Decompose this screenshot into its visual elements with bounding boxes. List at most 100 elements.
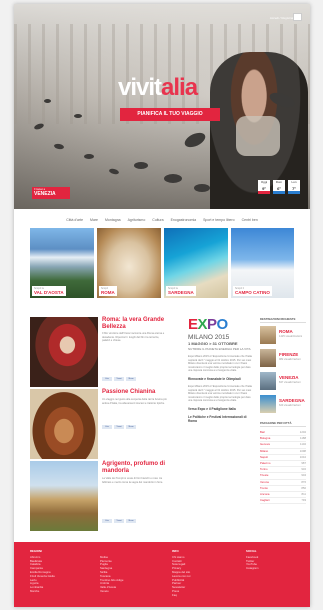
destination-name: SARDEGNA xyxy=(279,398,305,403)
category-nav: Città d'arte Mare Montagna Agriturismo C… xyxy=(14,215,310,225)
tile-label-name: SARDEGNA xyxy=(168,290,194,295)
weather-bar xyxy=(273,191,285,194)
footer-link[interactable]: Marche xyxy=(30,589,55,594)
region-tile[interactable]: Scopri la SARDEGNA xyxy=(164,228,228,298)
city-name: Napoli xyxy=(260,454,268,459)
nav-item[interactable]: Città d'arte xyxy=(66,215,83,225)
tile-label: Scopri la VAL D'AOSTA xyxy=(32,286,66,296)
expo-logo: EXPO xyxy=(188,317,252,332)
city-value: 1102 xyxy=(299,442,306,447)
city-name: Bologna xyxy=(260,436,271,441)
weather-box: Lun 7° xyxy=(288,180,300,194)
share-button[interactable]: Share xyxy=(126,377,136,381)
vivitalia-logo[interactable]: vivitalia xyxy=(118,74,198,102)
expo-city: MILANO 2015 xyxy=(188,334,230,341)
tweet-button[interactable]: Tweet xyxy=(114,377,124,381)
article-body: Il film vincitore dell'Oscar racconta un… xyxy=(102,332,165,343)
share-buttons: Like Tweet Share xyxy=(102,425,136,429)
nav-item[interactable]: Sport e tempo libero xyxy=(203,215,235,225)
share-button[interactable]: Share xyxy=(126,425,136,429)
region-tile[interactable]: Scopri la VAL D'AOSTA xyxy=(30,228,94,298)
destination-count: 982 visualizzazioni xyxy=(279,358,301,361)
city-value: 1044 xyxy=(299,454,306,459)
expo-subheading[interactable]: Le Politiche e Festival Internazionali d… xyxy=(188,415,252,423)
article-image xyxy=(30,389,98,459)
city-name: Cagliari xyxy=(260,498,270,503)
nav-item[interactable]: Montagna xyxy=(105,215,121,225)
footer-heading: SOCIAL xyxy=(246,549,257,553)
article-card[interactable]: Passione Chianina Un viaggio nel gusto a… xyxy=(30,389,168,459)
city-value: 1098 xyxy=(299,448,306,453)
destination-item[interactable]: VENEZIA 847 visualizzazioni xyxy=(260,372,306,392)
region-tile[interactable]: Scopri ROMA xyxy=(97,228,161,298)
city-value: 987 xyxy=(301,461,306,466)
like-button[interactable]: Like xyxy=(102,519,112,523)
share-buttons: Like Tweet Share xyxy=(102,377,136,381)
search-box[interactable] xyxy=(293,13,302,21)
share-button[interactable]: Share xyxy=(126,519,136,523)
tile-label-name: VAL D'AOSTA xyxy=(34,290,64,295)
footer-link[interactable]: Faq xyxy=(172,593,190,598)
weather-day: Oggi xyxy=(260,180,268,184)
pigeon xyxy=(164,174,182,183)
expo-sub-body: Expo Milano 2015 è l'Esposizione Univers… xyxy=(188,384,252,403)
city-name: Trento xyxy=(260,485,268,490)
article-card[interactable]: Agrigento, profumo di mandorla La Valle … xyxy=(30,461,168,531)
nav-item[interactable]: Enogastronomia xyxy=(171,215,197,225)
city-list-heading: PARAGONE PER CITTÀ xyxy=(260,421,306,427)
tile-label-name: ROMA xyxy=(101,290,115,295)
pigeon xyxy=(84,154,94,159)
footer-link[interactable]: Instagram xyxy=(246,566,258,571)
nav-item[interactable]: Mare xyxy=(90,215,98,225)
expo-letter: E xyxy=(188,316,198,333)
nav-item[interactable]: Agriturismo xyxy=(128,215,146,225)
expo-letter: X xyxy=(197,316,208,333)
footer-link[interactable]: Veneto xyxy=(100,589,123,594)
expo-letter: P xyxy=(207,316,217,333)
pigeon xyxy=(194,184,210,192)
destination-item[interactable]: SARDEGNA 623 visualizzazioni xyxy=(260,395,306,415)
article-title[interactable]: Passione Chianina xyxy=(102,389,168,396)
city-name: Bari xyxy=(260,430,265,434)
destination-item[interactable]: ROMA 1425 visualizzazioni xyxy=(260,326,306,346)
article-body: La Valle dei Templi si veste di fiori bi… xyxy=(102,477,163,484)
expo-tagline: NUTRIRE IL PIANETA ENERGIA PER LA VITA xyxy=(188,347,251,351)
article-image xyxy=(30,317,98,387)
expo-dates: 1 MAGGIO > 31 OTTOBRE xyxy=(188,341,238,346)
logo-text-main: vivit xyxy=(118,74,162,101)
nav-item[interactable]: Centri ben xyxy=(242,215,258,225)
like-button[interactable]: Like xyxy=(102,425,112,429)
expo-letter: O xyxy=(216,316,229,333)
article-image xyxy=(30,461,98,531)
destination-thumb xyxy=(260,349,276,367)
login-link[interactable]: Accedi / Registrati xyxy=(270,16,294,20)
hero-banner: Accedi / Registrati vivitalia PIANIFICA … xyxy=(14,4,310,209)
footer-heading xyxy=(100,550,123,554)
destinations-heading: DESTINAZIONI RICHIESTE xyxy=(260,317,306,323)
location-tag[interactable]: Il meteo a VENEZIA xyxy=(32,187,70,199)
city-row[interactable]: Cagliari 793 xyxy=(260,498,306,505)
tweet-button[interactable]: Tweet xyxy=(114,519,124,523)
footer-column: SOCIAL Facebook Twitter YouTube Instagra… xyxy=(246,549,258,571)
destination-name: VENEZIA xyxy=(279,375,299,380)
expo-subheading[interactable]: Verso Expo e il Padiglione Italia xyxy=(188,407,252,411)
article-card[interactable]: Roma: la vera Grande Bellezza Il film vi… xyxy=(30,317,168,387)
plan-trip-button[interactable]: PIANIFICA IL TUO VIAGGIO xyxy=(120,108,220,121)
city-value: 793 xyxy=(301,498,306,503)
city-value: 811 xyxy=(301,492,306,497)
destination-item[interactable]: FIRENZE 982 visualizzazioni xyxy=(260,349,306,369)
like-button[interactable]: Like xyxy=(102,377,112,381)
article-title[interactable]: Agrigento, profumo di mandorla xyxy=(102,461,168,474)
nav-item[interactable]: Cultura xyxy=(152,215,163,225)
city-value: 850 xyxy=(301,485,306,490)
region-tile[interactable]: Scopri il CAMPO CATINO xyxy=(231,228,294,298)
article-title[interactable]: Roma: la vera Grande Bellezza xyxy=(102,317,168,330)
expo-block[interactable]: EXPO MILANO 2015 1 MAGGIO > 31 OTTOBRE N… xyxy=(188,317,252,423)
expo-subheading[interactable]: Rinnovate e finanziate le Olimpiadi xyxy=(188,377,252,381)
tile-label: Scopri la SARDEGNA xyxy=(166,286,196,296)
page: Accedi / Registrati vivitalia PIANIFICA … xyxy=(14,4,310,607)
footer-column: REGIONI Abruzzo Basilicata Calabria Camp… xyxy=(30,549,55,594)
location-tag-name: VENEZIA xyxy=(34,191,56,197)
destination-thumb xyxy=(260,326,276,344)
tweet-button[interactable]: Tweet xyxy=(114,425,124,429)
